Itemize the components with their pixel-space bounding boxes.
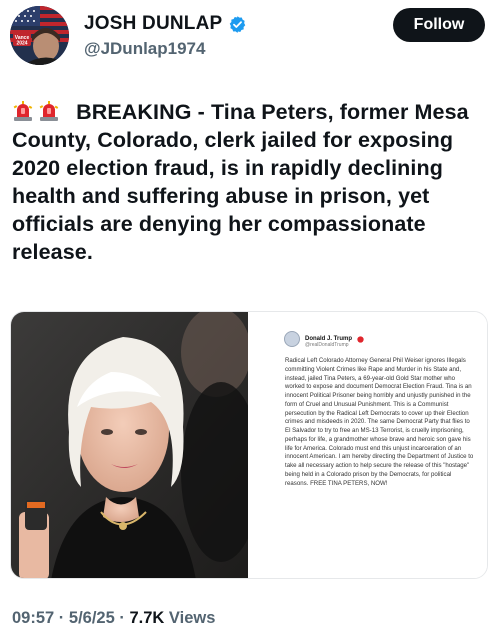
embedded-verified-icon (357, 330, 364, 348)
embedded-post-handle: @realDonaldTrump (305, 342, 349, 348)
meta-separator: · (58, 609, 65, 627)
verified-badge-icon (228, 15, 247, 34)
tweet-date[interactable]: 5/6/25 (69, 609, 115, 627)
follow-button[interactable]: Follow (393, 8, 485, 42)
avatar-image: Vance 2024 (10, 6, 69, 65)
author-display-name[interactable]: JOSH DUNLAP (84, 13, 222, 35)
rotating-light-icon (38, 100, 60, 122)
svg-text:2024: 2024 (16, 41, 27, 47)
embedded-post-image[interactable]: Donald J. Trump @realDonaldTrump Radical… (248, 312, 487, 578)
tweet-time[interactable]: 09:57 (12, 609, 54, 627)
media-photo[interactable] (11, 312, 261, 578)
rotating-light-icon (12, 100, 34, 122)
tweet-header: Vance 2024 JOSH DUNLAP @JDunlap1974 Foll… (10, 6, 490, 66)
embedded-post-body: Radical Left Colorado Attorney General P… (285, 357, 474, 487)
tweet-meta: 09:57 · 5/6/25 · 7.7K Views (12, 609, 215, 628)
emoji-group (12, 100, 70, 124)
tweet-body: BREAKING - Tina Peters, former Mesa Coun… (12, 98, 490, 266)
views-count[interactable]: 7.7K (129, 609, 164, 627)
tweet-media[interactable]: Donald J. Trump @realDonaldTrump Radical… (10, 311, 488, 579)
photo-image (11, 312, 261, 578)
embedded-avatar-icon (284, 331, 300, 347)
author-name-row: JOSH DUNLAP (84, 13, 247, 35)
author-avatar[interactable]: Vance 2024 (10, 6, 69, 65)
author-handle[interactable]: @JDunlap1974 (84, 39, 205, 59)
meta-separator: · (119, 609, 125, 627)
views-label: Views (168, 609, 216, 627)
tweet-text: BREAKING - Tina Peters, former Mesa Coun… (12, 100, 469, 264)
